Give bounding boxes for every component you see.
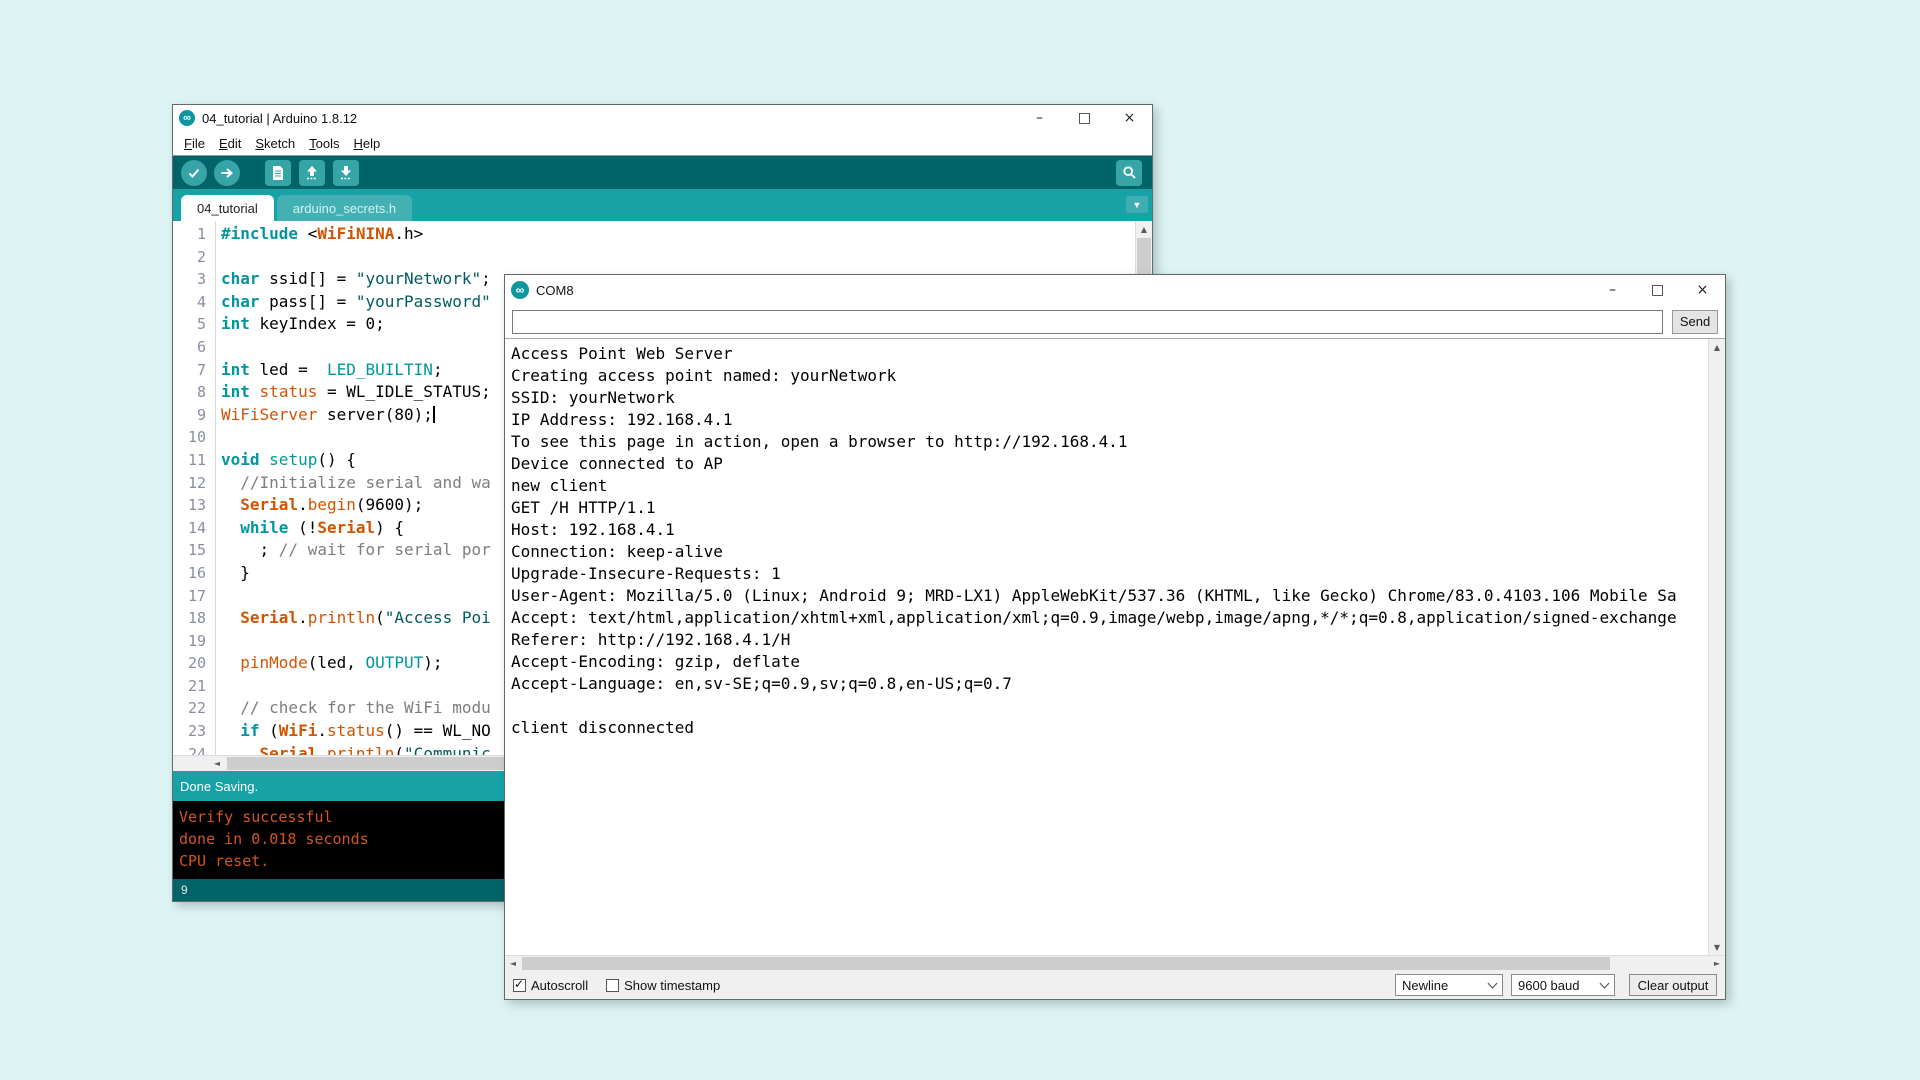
minimize-button[interactable]: –: [1017, 105, 1062, 131]
new-sketch-button[interactable]: [265, 160, 291, 186]
autoscroll-label: Autoscroll: [531, 978, 588, 993]
serial-line: Accept-Language: en,sv-SE;q=0.9,sv;q=0.8…: [511, 673, 1705, 695]
close-button[interactable]: ×: [1680, 275, 1725, 305]
text-cursor: [433, 406, 435, 423]
show-timestamp-label: Show timestamp: [624, 978, 720, 993]
check-icon: [187, 166, 201, 180]
scroll-left-icon[interactable]: ◄: [505, 956, 521, 971]
serial-line: [511, 695, 1705, 717]
serial-output-area[interactable]: Access Point Web ServerCreating access p…: [505, 339, 1725, 955]
maximize-button[interactable]: □: [1062, 105, 1107, 131]
serial-line: client disconnected: [511, 717, 1705, 739]
send-button[interactable]: Send: [1672, 310, 1718, 334]
serial-horizontal-scrollbar[interactable]: ◄ ►: [505, 955, 1725, 971]
scroll-up-icon[interactable]: ▲: [1709, 339, 1725, 355]
magnifier-icon: [1122, 165, 1137, 180]
arrow-right-icon: [220, 166, 234, 180]
serial-line: GET /H HTTP/1.1: [511, 497, 1705, 519]
arduino-logo-icon: ∞: [179, 110, 195, 126]
serial-line: Creating access point named: yourNetwork: [511, 365, 1705, 387]
code-line: #include <WiFiNINA.h>: [221, 223, 1135, 246]
serial-line: Accept-Encoding: gzip, deflate: [511, 651, 1705, 673]
serial-line: Device connected to AP: [511, 453, 1705, 475]
open-button[interactable]: [299, 160, 325, 186]
menu-tools[interactable]: Tools: [302, 133, 346, 154]
menu-file[interactable]: File: [177, 133, 212, 154]
line-ending-value: Newline: [1402, 978, 1448, 993]
serial-line: SSID: yourNetwork: [511, 387, 1705, 409]
show-timestamp-checkbox[interactable]: [606, 979, 619, 992]
scroll-up-icon[interactable]: ▲: [1136, 221, 1152, 237]
serial-output-text: Access Point Web ServerCreating access p…: [511, 343, 1705, 739]
maximize-button[interactable]: □: [1635, 275, 1680, 305]
serial-window-title: COM8: [536, 283, 574, 298]
arrow-down-icon: [339, 165, 353, 181]
autoscroll-checkbox[interactable]: [513, 979, 526, 992]
code-line: [221, 246, 1135, 269]
verify-button[interactable]: [181, 160, 207, 186]
upload-button[interactable]: [214, 160, 240, 186]
serial-monitor-button[interactable]: [1116, 160, 1142, 186]
tab-arduino-secrets[interactable]: arduino_secrets.h: [277, 195, 412, 221]
serial-line: To see this page in action, open a brows…: [511, 431, 1705, 453]
menu-help[interactable]: Help: [346, 133, 387, 154]
serial-send-input[interactable]: [512, 310, 1663, 334]
menu-bar: FileEditSketchToolsHelp: [173, 131, 1152, 155]
menu-sketch[interactable]: Sketch: [248, 133, 302, 154]
baud-rate-value: 9600 baud: [1518, 978, 1579, 993]
baud-rate-select[interactable]: 9600 baud: [1511, 974, 1615, 996]
serial-bottom-bar: Autoscroll Show timestamp Newline 9600 b…: [505, 971, 1725, 999]
chevron-down-icon: [1600, 978, 1610, 988]
serial-titlebar[interactable]: ∞ COM8 – □ ×: [505, 275, 1725, 305]
serial-line: Access Point Web Server: [511, 343, 1705, 365]
gutter-divider: [215, 221, 216, 755]
send-row: Send: [505, 305, 1725, 339]
menu-edit[interactable]: Edit: [212, 133, 248, 154]
ide-toolbar: [173, 155, 1152, 189]
save-button[interactable]: [333, 160, 359, 186]
cursor-line-indicator: 9: [181, 883, 188, 897]
document-icon: [271, 165, 285, 181]
clear-output-button[interactable]: Clear output: [1629, 974, 1717, 996]
serial-line: Accept: text/html,application/xhtml+xml,…: [511, 607, 1705, 629]
scroll-down-icon[interactable]: ▼: [1709, 939, 1725, 955]
tab-04-tutorial[interactable]: 04_tutorial: [181, 195, 274, 221]
scroll-right-icon[interactable]: ►: [1709, 956, 1725, 971]
tab-list-dropdown[interactable]: ▼: [1126, 196, 1148, 213]
status-message: Done Saving.: [180, 779, 258, 794]
scroll-left-icon[interactable]: ◄: [209, 756, 225, 771]
serial-line: Connection: keep-alive: [511, 541, 1705, 563]
serial-hscroll-thumb[interactable]: [522, 957, 1610, 970]
serial-line: new client: [511, 475, 1705, 497]
serial-monitor-window: ∞ COM8 – □ × Send Access Point Web Serve…: [504, 274, 1726, 1000]
line-number-gutter: 123456789101112131415161718192021222324: [173, 223, 213, 755]
close-button[interactable]: ×: [1107, 105, 1152, 131]
arrow-up-icon: [305, 165, 319, 181]
line-ending-select[interactable]: Newline: [1395, 974, 1503, 996]
tab-bar: 04_tutorial arduino_secrets.h ▼: [173, 189, 1152, 221]
serial-line: IP Address: 192.168.4.1: [511, 409, 1705, 431]
minimize-button[interactable]: –: [1590, 275, 1635, 305]
serial-line: User-Agent: Mozilla/5.0 (Linux; Android …: [511, 585, 1705, 607]
serial-line: Upgrade-Insecure-Requests: 1: [511, 563, 1705, 585]
serial-line: Host: 192.168.4.1: [511, 519, 1705, 541]
arduino-logo-icon: ∞: [511, 281, 529, 299]
serial-vertical-scrollbar[interactable]: ▲ ▼: [1708, 339, 1725, 955]
ide-titlebar[interactable]: ∞ 04_tutorial | Arduino 1.8.12 – □ ×: [173, 105, 1152, 131]
ide-window-title: 04_tutorial | Arduino 1.8.12: [202, 111, 357, 126]
serial-line: Referer: http://192.168.4.1/H: [511, 629, 1705, 651]
chevron-down-icon: [1488, 978, 1498, 988]
